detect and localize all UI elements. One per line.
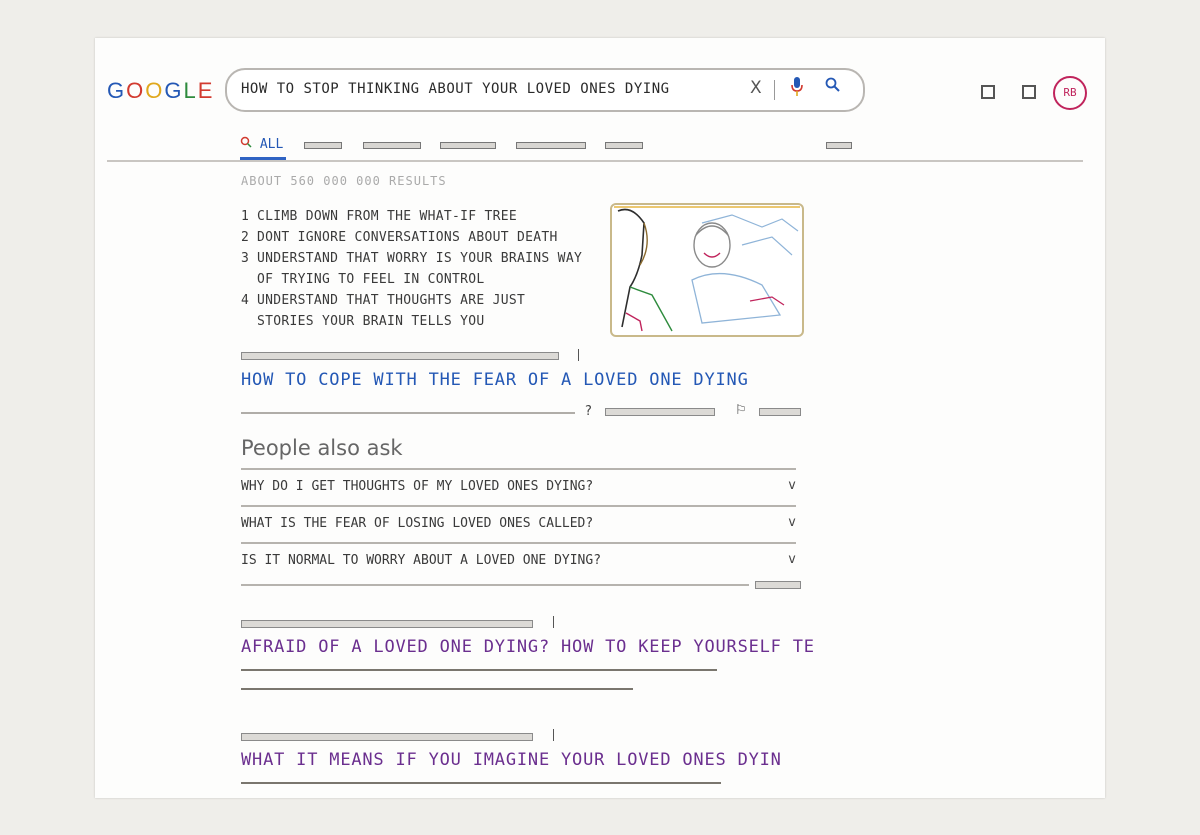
paa-question[interactable]: WHAT IS THE FEAR OF LOSING LOVED ONES CA… (241, 507, 796, 541)
list-item: 3 UNDERSTAND THAT WORRY IS YOUR BRAINS WA… (241, 251, 583, 287)
paa-question-text: WHY DO I GET THOUGHTS OF MY LOVED ONES D… (241, 479, 594, 494)
apps-icon[interactable] (981, 85, 995, 99)
result-snippet-line (241, 782, 721, 784)
avatar[interactable]: RB (1053, 76, 1087, 110)
source-url-placeholder (241, 620, 533, 628)
result-snippet-line (241, 688, 633, 690)
source-url-placeholder (241, 352, 559, 360)
logo-letter: E (197, 78, 215, 103)
paa-feedback-placeholder[interactable] (755, 581, 801, 589)
tab-placeholder[interactable] (304, 142, 342, 149)
source-divider (578, 349, 579, 361)
search-bar[interactable]: HOW TO STOP THINKING ABOUT YOUR LOVED ON… (225, 68, 865, 112)
search-icon (240, 136, 252, 148)
paa-question-text: IS IT NORMAL TO WORRY ABOUT A LOVED ONE … (241, 553, 602, 568)
source-url-placeholder (241, 733, 533, 741)
list-item: 4 UNDERSTAND THAT THOUGHTS ARE JUST STORI… (241, 293, 526, 329)
tab-all-label: ALL (259, 137, 284, 152)
chevron-down-icon[interactable]: v (788, 478, 796, 493)
feedback-placeholder[interactable] (759, 408, 801, 416)
tab-placeholder[interactable] (440, 142, 496, 149)
logo-letter: O (145, 78, 165, 103)
search-input[interactable]: HOW TO STOP THINKING ABOUT YOUR LOVED ON… (241, 81, 670, 97)
tab-placeholder[interactable] (516, 142, 586, 149)
logo-letter: G (164, 78, 184, 103)
result-link[interactable]: AFRAID OF A LOVED ONE DYING? HOW TO KEEP… (241, 637, 815, 657)
snippet-footer-line (241, 412, 575, 414)
source-divider (553, 616, 554, 628)
featured-snippet-list: 1 CLIMB DOWN FROM THE WHAT-IF TREE 2 DONT … (241, 206, 586, 332)
source-divider (553, 729, 554, 741)
result-link[interactable]: WHAT IT MEANS IF YOU IMAGINE YOUR LOVED … (241, 750, 782, 770)
people-also-ask-title: People also ask (241, 436, 403, 460)
list-item: 2 DONT IGNORE CONVERSATIONS ABOUT DEATH (241, 230, 558, 245)
logo-letter: G (107, 78, 127, 103)
chevron-down-icon[interactable]: v (788, 552, 796, 567)
featured-result-link[interactable]: HOW TO COPE WITH THE FEAR OF A LOVED ONE… (241, 370, 749, 390)
google-logo[interactable]: GOOGLE (107, 78, 214, 104)
featured-image[interactable] (610, 203, 804, 337)
feedback-icon[interactable]: ⚐ (735, 403, 747, 418)
result-count: ABOUT 560 000 000 RESULTS (241, 174, 447, 188)
about-snippet-link[interactable]: ? (585, 404, 592, 419)
paa-question[interactable]: IS IT NORMAL TO WORRY ABOUT A LOVED ONE … (241, 544, 796, 578)
search-results-page: GOOGLE HOW TO STOP THINKING ABOUT YOUR L… (95, 38, 1105, 798)
tab-all[interactable]: ALL (240, 136, 283, 152)
logo-letter: L (183, 78, 198, 103)
clear-icon[interactable]: X (750, 78, 762, 98)
tab-placeholder[interactable] (363, 142, 421, 149)
about-snippet-placeholder[interactable] (605, 408, 715, 416)
paa-question[interactable]: WHY DO I GET THOUGHTS OF MY LOVED ONES D… (241, 470, 796, 504)
paa-question-text: WHAT IS THE FEAR OF LOSING LOVED ONES CA… (241, 516, 594, 531)
list-item: 1 CLIMB DOWN FROM THE WHAT-IF TREE (241, 209, 518, 224)
notifications-icon[interactable] (1022, 85, 1036, 99)
search-divider (774, 80, 775, 100)
result-snippet-line (241, 669, 717, 671)
logo-letter: O (126, 78, 146, 103)
mic-icon[interactable] (790, 76, 804, 103)
search-icon[interactable] (825, 77, 841, 98)
tools-tab-placeholder[interactable] (826, 142, 852, 149)
header-divider (107, 160, 1083, 162)
paa-divider (241, 584, 749, 586)
tab-placeholder[interactable] (605, 142, 643, 149)
chevron-down-icon[interactable]: v (788, 515, 796, 530)
